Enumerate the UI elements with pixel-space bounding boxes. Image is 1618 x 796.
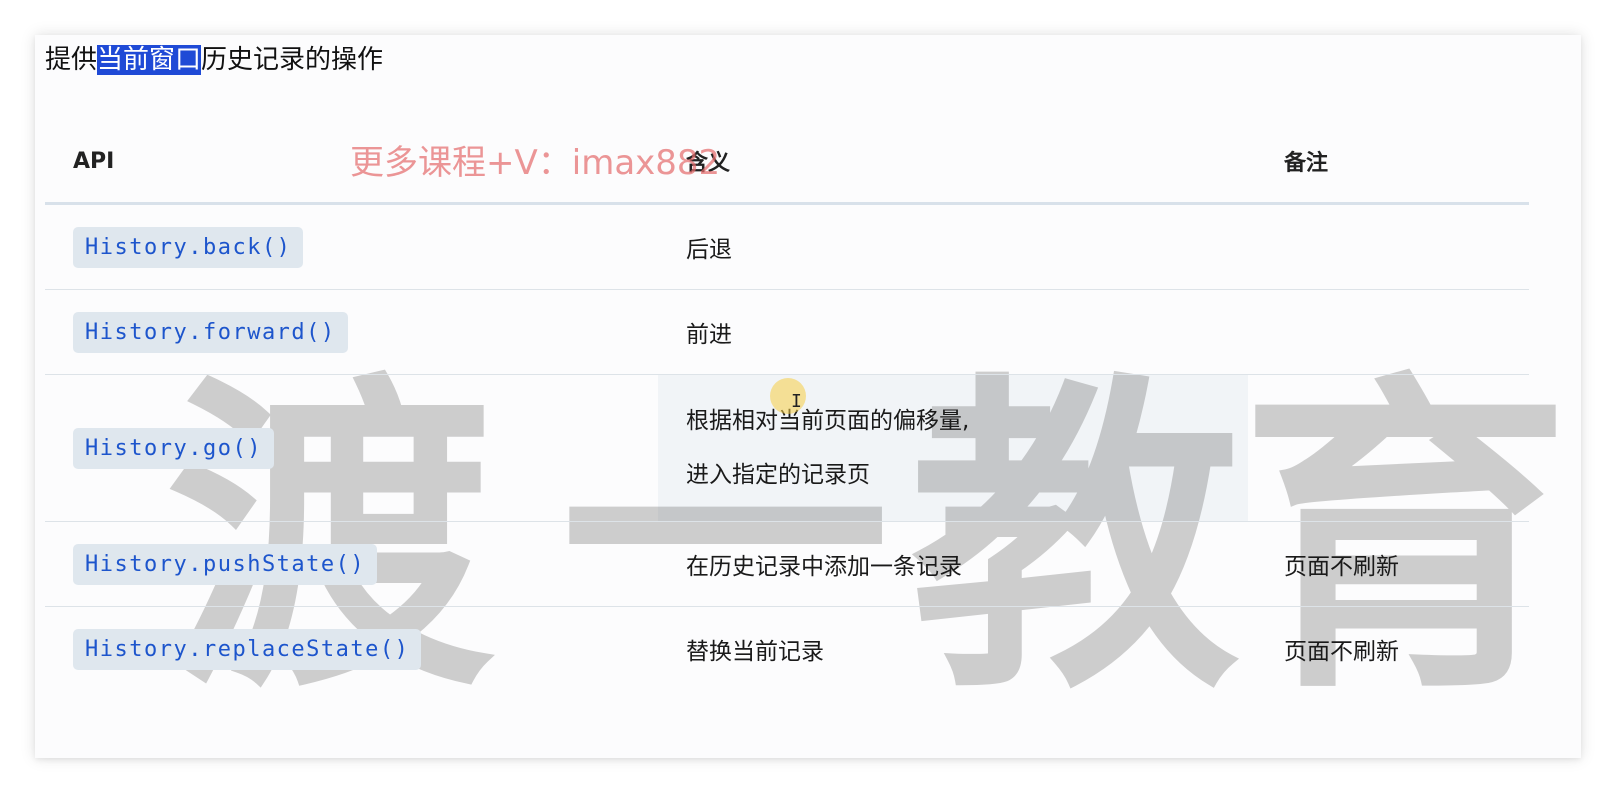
- api-code: History.go(): [73, 427, 274, 469]
- text-cursor-icon: I: [791, 391, 802, 412]
- api-code: History.back(): [73, 226, 304, 268]
- table-row: History.replaceState() 替换当前记录 页面不刷新: [45, 607, 1529, 692]
- table-row: History.forward() 前进: [45, 289, 1529, 375]
- table-header-row: API 含义 备注: [45, 120, 1529, 205]
- api-code: History.pushState(): [73, 543, 378, 585]
- screen: 提供当前窗口历史记录的操作 渡 一 教 育 更多课程+V：imax882 API…: [0, 0, 1618, 796]
- api-code: History.replaceState(): [73, 628, 422, 670]
- intro-before: 提供: [45, 45, 98, 75]
- note-cell: [1256, 374, 1529, 522]
- api-cell: History.pushState(): [45, 521, 658, 607]
- api-cell: History.forward(): [45, 289, 658, 375]
- api-cell: History.back(): [45, 203, 658, 290]
- intro-selected-text[interactable]: 当前窗口: [97, 45, 202, 75]
- note-cell: 页面不刷新: [1256, 521, 1529, 607]
- meaning-cell: 后退: [658, 203, 1256, 290]
- table-row: History.back() 后退: [45, 203, 1529, 290]
- meaning-cell: 在历史记录中添加一条记录: [658, 521, 1256, 607]
- note-cell: [1256, 203, 1529, 290]
- header-api: API: [45, 120, 658, 205]
- note-cell: [1256, 289, 1529, 375]
- note-cell: 页面不刷新: [1284, 639, 1399, 665]
- api-cell: History.replaceState(): [45, 607, 658, 692]
- intro-after: 历史记录的操作: [201, 45, 384, 75]
- api-code: History.forward(): [73, 311, 348, 353]
- meaning-cell: 替换当前记录: [686, 639, 824, 665]
- meaning-cell: 前进: [658, 289, 1256, 375]
- header-note: 备注: [1256, 120, 1529, 205]
- meaning-cell: 根据相对当前页面的偏移量, 进入指定的记录页: [658, 374, 1256, 522]
- header-meaning: 含义: [658, 120, 1256, 205]
- document-card: 提供当前窗口历史记录的操作 渡 一 教 育 更多课程+V：imax882 API…: [35, 35, 1581, 758]
- api-cell: History.go(): [45, 374, 658, 522]
- meaning-line: 进入指定的记录页: [686, 462, 870, 488]
- table-row: History.pushState() 在历史记录中添加一条记录 页面不刷新: [45, 521, 1529, 607]
- intro-text: 提供当前窗口历史记录的操作: [45, 43, 383, 77]
